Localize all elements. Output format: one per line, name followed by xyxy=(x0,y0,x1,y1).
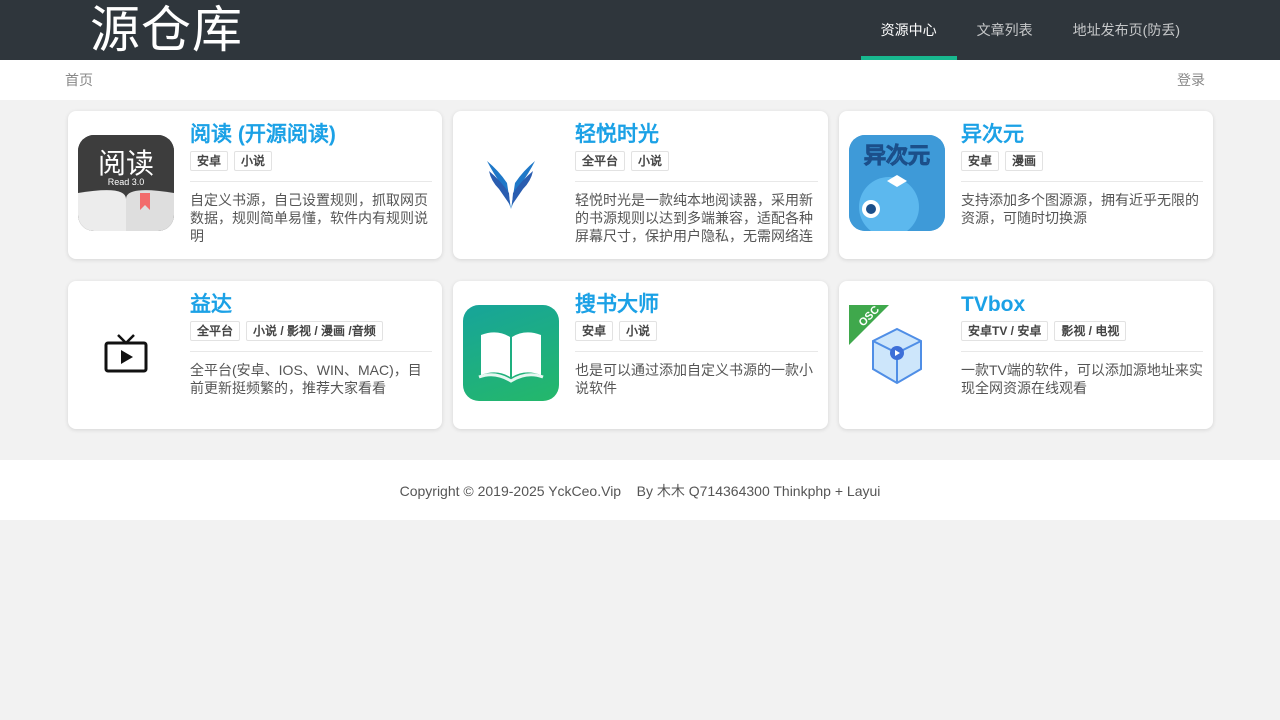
site-logo[interactable]: 源仓库 xyxy=(90,0,243,60)
card-title[interactable]: 益达 xyxy=(190,291,432,319)
resource-grid: 阅读 Read 3.0 阅读 (开源阅读) 安卓 小说 自定义书源，自己设置规则… xyxy=(68,111,1213,429)
tv-box-cube-icon: OSC xyxy=(849,305,945,401)
card-title[interactable]: 阅读 (开源阅读) xyxy=(190,121,432,149)
card-tag: 小说 xyxy=(631,151,670,171)
card-description: 支持添加多个图源源，拥有近乎无限的资源，可随时切换源 xyxy=(961,192,1199,226)
card-tag: 全平台 xyxy=(575,151,626,171)
tv-play-icon xyxy=(78,305,174,401)
card-tag: 小说 / 影视 / 漫画 /音频 xyxy=(246,321,383,341)
svg-text:Read 3.0: Read 3.0 xyxy=(108,177,145,187)
nav-resource-center[interactable]: 资源中心 xyxy=(860,0,957,60)
open-book-icon xyxy=(463,305,559,401)
main-nav: 资源中心 文章列表 地址发布页(防丢) xyxy=(860,0,1200,60)
resource-card[interactable]: 益达 全平台 小说 / 影视 / 漫画 /音频 全平台(安卓、IOS、WIN、M… xyxy=(68,281,442,429)
card-tag: 安卓 xyxy=(190,151,229,171)
svg-text:阅读: 阅读 xyxy=(98,147,154,180)
card-description: 也是可以通过添加自定义书源的一款小说软件 xyxy=(575,362,813,396)
breadcrumb-home[interactable]: 首页 xyxy=(65,60,93,100)
card-tag: 安卓 xyxy=(575,321,614,341)
card-title[interactable]: 轻悦时光 xyxy=(575,121,818,149)
wings-icon xyxy=(463,135,559,231)
read-app-icon: 阅读 Read 3.0 xyxy=(78,135,174,231)
card-description: 轻悦时光是一款纯本地阅读器，采用新的书源规则以达到多端兼容，适配各种屏幕尺寸，保… xyxy=(575,192,813,244)
card-tag: 安卓 xyxy=(961,151,1000,171)
card-tag: 影视 / 电视 xyxy=(1054,321,1127,341)
card-title[interactable]: 搜书大师 xyxy=(575,291,818,319)
resource-card[interactable]: 搜书大师 安卓 小说 也是可以通过添加自定义书源的一款小说软件 xyxy=(453,281,828,429)
resource-card[interactable]: 异次元 异次元 安卓 漫画 支持添加多个图源源，拥有近乎无限的资源，可随时切换源 xyxy=(839,111,1213,259)
card-description: 自定义书源，自己设置规则，抓取网页数据，规则简单易懂，软件内有规则说明 xyxy=(190,192,428,244)
nav-article-list[interactable]: 文章列表 xyxy=(957,0,1053,60)
resource-card[interactable]: 轻悦时光 全平台 小说 轻悦时光是一款纯本地阅读器，采用新的书源规则以达到多端兼… xyxy=(453,111,828,259)
footer-copyright: Copyright © 2019-2025 YckCeo.Vip By 木木 Q… xyxy=(0,460,1280,520)
card-description: 全平台(安卓、IOS、WIN、MAC)，目前更新挺频繁的，推荐大家看看 xyxy=(190,362,422,396)
card-tag: 漫画 xyxy=(1005,151,1044,171)
card-tag: 小说 xyxy=(234,151,273,171)
resource-card[interactable]: 阅读 Read 3.0 阅读 (开源阅读) 安卓 小说 自定义书源，自己设置规则… xyxy=(68,111,442,259)
card-tag: 全平台 xyxy=(190,321,241,341)
breadcrumb-bar: 首页 登录 xyxy=(0,60,1280,100)
card-description: 一款TV端的软件，可以添加源地址来实现全网资源在线观看 xyxy=(961,362,1203,396)
card-title[interactable]: 异次元 xyxy=(961,121,1203,149)
card-tag: 小说 xyxy=(619,321,658,341)
resource-card[interactable]: OSC TVbox 安卓TV / 安卓 影视 / 电视 一款TV端的软件，可以添… xyxy=(839,281,1213,429)
login-link[interactable]: 登录 xyxy=(1177,60,1205,100)
svg-text:异次元: 异次元 xyxy=(864,143,930,169)
top-navbar: 源仓库 资源中心 文章列表 地址发布页(防丢) xyxy=(0,0,1280,60)
card-tag: 安卓TV / 安卓 xyxy=(961,321,1049,341)
anime-girl-icon: 异次元 xyxy=(849,135,945,231)
nav-address-page[interactable]: 地址发布页(防丢) xyxy=(1053,0,1200,60)
card-title[interactable]: TVbox xyxy=(961,291,1203,319)
